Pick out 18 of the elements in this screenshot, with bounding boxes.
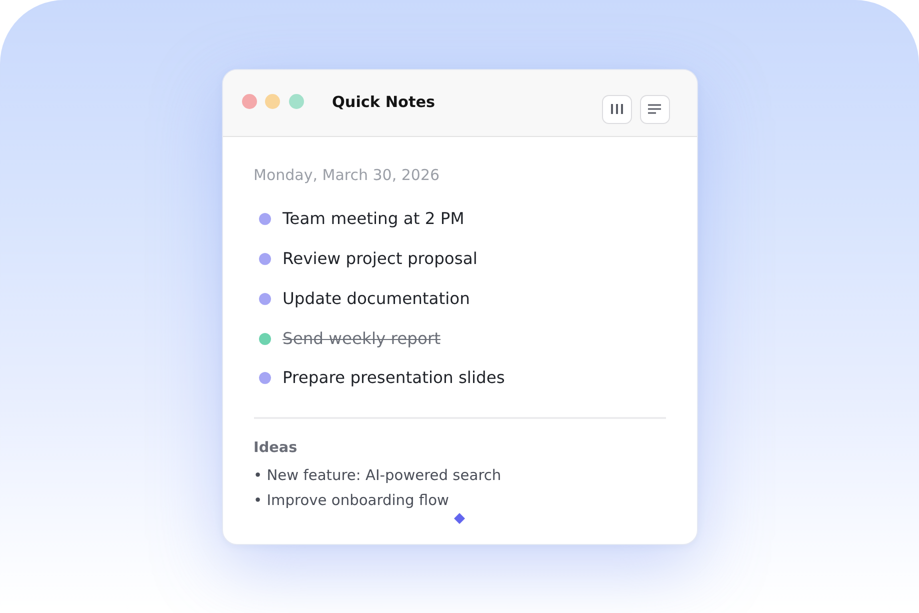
task-text: Send weekly report — [282, 328, 441, 350]
minimize-button[interactable] — [265, 94, 280, 109]
date-label: Monday, March 30, 2026 — [254, 164, 441, 184]
vertical-bars-icon — [610, 104, 622, 114]
task-text: Update documentation — [282, 288, 470, 310]
columns-button[interactable] — [602, 94, 632, 124]
text-lines-icon — [648, 104, 661, 114]
menu-button[interactable] — [640, 94, 670, 124]
maximize-button[interactable] — [288, 94, 304, 109]
ideas-heading: Ideas — [254, 439, 298, 458]
close-button[interactable] — [242, 94, 256, 109]
diamond-icon — [454, 513, 465, 524]
task-text: Review project proposal — [282, 248, 478, 270]
task-text: Prepare presentation slides — [282, 367, 505, 390]
task-text: Team meeting at 2 PM — [282, 208, 464, 230]
window-title: Quick Notes — [332, 92, 436, 110]
idea-item: • Improve onboarding flow — [254, 491, 450, 512]
idea-item: • New feature: AI-powered search — [254, 466, 502, 486]
